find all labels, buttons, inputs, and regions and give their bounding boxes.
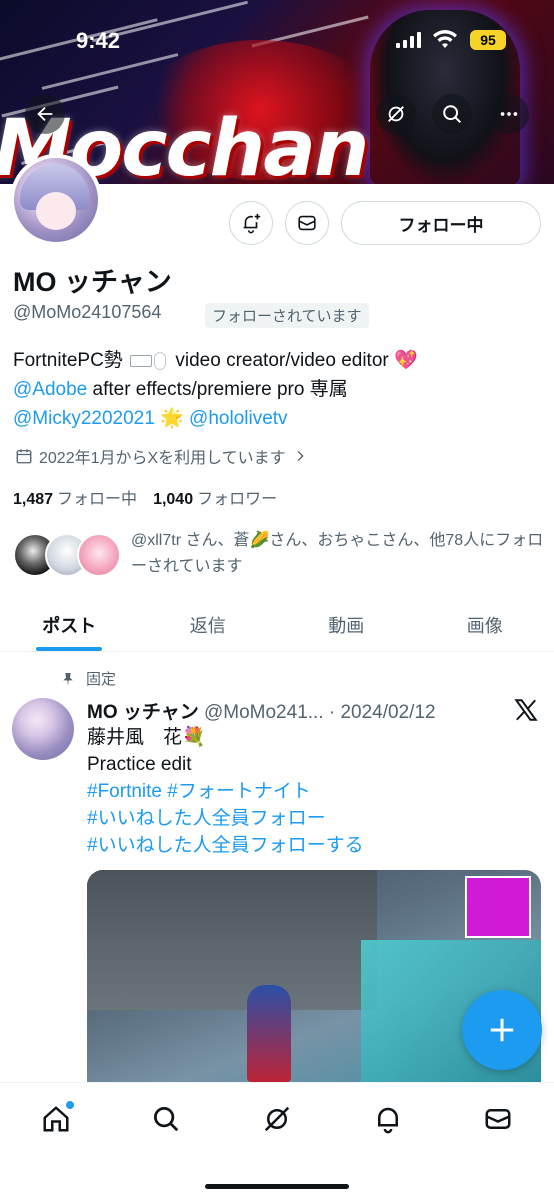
bell-icon xyxy=(378,1107,398,1134)
more-button[interactable] xyxy=(489,94,529,134)
mutual-followers-text: @xll7tr さん、蒼🌽さん、おちゃこさん、他78人にフォローされています xyxy=(131,532,544,575)
notification-dot xyxy=(66,1101,74,1109)
post-line: 藤井風 花💐 xyxy=(87,727,206,748)
post-author[interactable]: MO ッチャン xyxy=(87,702,199,723)
video-overlay xyxy=(465,876,531,938)
game-character xyxy=(247,985,291,1082)
hashtag-line[interactable]: #いいねした人全員フォロー xyxy=(87,805,527,832)
hashtag-line[interactable]: #Fortnite #フォートナイト xyxy=(87,778,527,805)
profile-name: MO ッチャン xyxy=(13,267,172,297)
compose-button[interactable] xyxy=(462,990,542,1070)
profile-handle: @MoMo24107564 xyxy=(13,302,162,322)
bottom-nav xyxy=(0,1082,554,1200)
joined-info[interactable]: 2022年1月からXを利用しています xyxy=(15,444,308,468)
status-bar: 9:42 95 xyxy=(0,0,554,80)
battery-indicator: 95 xyxy=(470,30,506,50)
envelope-icon xyxy=(298,215,316,231)
profile-bio: FortnitePC勢 video creator/video editor 💖… xyxy=(13,346,543,433)
following-count: 1,487 xyxy=(13,491,54,508)
post-line: Practice edit xyxy=(87,754,192,775)
profile-tabs: ポスト 返信 動画 画像 xyxy=(0,598,554,652)
pin-icon xyxy=(63,672,73,686)
mutual-followers[interactable]: @xll7tr さん、蒼🌽さん、おちゃこさん、他78人にフォローされています xyxy=(13,528,543,584)
nav-home[interactable] xyxy=(36,1099,76,1139)
notify-button[interactable] xyxy=(229,201,273,245)
followers-link[interactable]: 1,040 フォロワー xyxy=(153,485,277,509)
search-icon xyxy=(443,105,461,123)
nav-notifications[interactable] xyxy=(368,1099,408,1139)
tab-media[interactable]: 画像 xyxy=(416,598,554,651)
heart-emoji: 💖 xyxy=(394,350,418,371)
nav-messages[interactable] xyxy=(478,1099,518,1139)
plus-icon xyxy=(490,1018,514,1042)
search-icon xyxy=(154,1107,179,1132)
signal-icon xyxy=(396,32,422,48)
bio-text: FortnitePC勢 xyxy=(13,350,123,371)
keyboard-icon xyxy=(130,354,153,367)
mouse-icon xyxy=(154,351,167,370)
pinned-label: 固定 xyxy=(60,668,116,689)
nav-grok[interactable] xyxy=(257,1099,297,1139)
joined-text: 2022年1月からXを利用しています xyxy=(39,450,286,467)
calendar-icon xyxy=(16,449,32,464)
status-time: 9:42 xyxy=(76,28,121,53)
tab-videos[interactable]: 動画 xyxy=(277,598,416,651)
followers-count: 1,040 xyxy=(153,491,194,508)
bio-link-micky[interactable]: @Micky2202021 xyxy=(13,408,155,429)
tab-posts[interactable]: ポスト xyxy=(0,598,139,651)
search-button[interactable] xyxy=(432,94,472,134)
star-emoji: 🌟 xyxy=(160,408,184,429)
hashtag-line[interactable]: #いいねした人全員フォローする xyxy=(87,832,527,859)
post-text: 藤井風 花💐 Practice edit #Fortnite #フォートナイト … xyxy=(87,724,527,859)
bio-link-adobe[interactable]: @Adobe xyxy=(13,379,87,400)
chevron-right-icon xyxy=(297,450,304,462)
post-handle-date: @MoMo241... · 2024/02/12 xyxy=(203,702,436,723)
profile-avatar[interactable] xyxy=(10,154,102,246)
post-header: MO ッチャン @MoMo241... · 2024/02/12 xyxy=(87,697,436,724)
arrow-left-icon xyxy=(37,106,53,122)
more-icon xyxy=(500,112,518,116)
grok-button[interactable] xyxy=(376,94,416,134)
follows-you-badge: フォローされています xyxy=(205,303,369,328)
home-icon xyxy=(43,1106,69,1132)
grok-icon xyxy=(388,106,404,122)
bio-text: video creator/video editor xyxy=(175,350,389,371)
following-link[interactable]: 1,487 フォロー中 xyxy=(13,485,137,509)
envelope-icon xyxy=(485,1109,511,1129)
follow-stats: 1,487 フォロー中 1,040 フォロワー xyxy=(13,485,277,509)
bell-plus-icon xyxy=(243,213,261,234)
followers-label: フォロワー xyxy=(197,491,278,508)
home-indicator xyxy=(205,1184,349,1189)
following-button[interactable]: フォロー中 xyxy=(341,201,541,245)
avatar xyxy=(77,533,121,577)
back-button[interactable] xyxy=(25,94,65,134)
bio-link-hololive[interactable]: @hololivetv xyxy=(189,408,288,429)
grok-icon xyxy=(264,1106,290,1132)
wifi-icon xyxy=(433,30,457,48)
tab-replies[interactable]: 返信 xyxy=(139,598,278,651)
post-avatar[interactable] xyxy=(12,698,74,760)
x-logo-icon[interactable] xyxy=(513,697,539,723)
message-button[interactable] xyxy=(285,201,329,245)
pinned-text: 固定 xyxy=(86,671,117,688)
bio-text: after effects/premiere pro 専属 xyxy=(87,379,348,400)
nav-search[interactable] xyxy=(146,1099,186,1139)
following-label: フォロー中 xyxy=(57,491,138,508)
